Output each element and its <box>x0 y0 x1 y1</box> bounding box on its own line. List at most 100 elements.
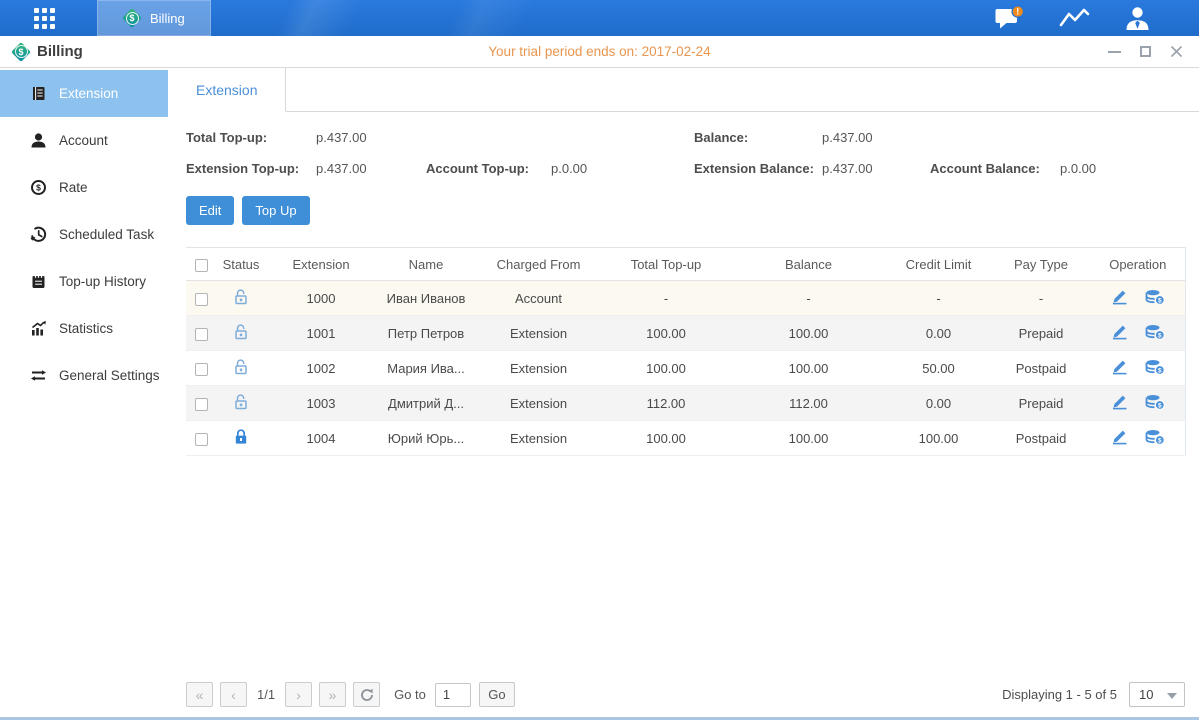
cell-balance: 112.00 <box>731 386 886 421</box>
scheduled-task-clock-icon <box>30 226 47 243</box>
first-page-button[interactable]: « <box>186 682 213 707</box>
cell-pay-type: Postpaid <box>991 351 1091 386</box>
sidebar-item-topup-history[interactable]: Top-up History <box>0 258 168 305</box>
sidebar-item-general-settings[interactable]: General Settings <box>0 352 168 399</box>
col-extension: Extension <box>266 248 376 281</box>
topbar-billing-tab[interactable]: $ Billing <box>97 0 211 36</box>
balance-summary: Total Top-up: p.437.00 Extension Top-up:… <box>186 112 1185 190</box>
row-checkbox[interactable] <box>195 328 208 341</box>
cell-total-topup: 100.00 <box>601 316 731 351</box>
cell-name: Дмитрий Д... <box>376 386 476 421</box>
general-settings-sliders-icon <box>30 367 47 384</box>
extension-balance-value: p.437.00 <box>822 159 930 178</box>
edit-button[interactable]: Edit <box>186 196 234 225</box>
pagination-bar: « ‹ 1/1 › » Go to Go Display <box>186 674 1185 717</box>
col-balance: Balance <box>731 248 886 281</box>
page-indicator: 1/1 <box>257 687 275 702</box>
chevron-down-icon <box>1167 693 1177 699</box>
account-person-icon <box>30 132 47 149</box>
row-checkbox[interactable] <box>195 363 208 376</box>
sidebar-item-extension[interactable]: Extension <box>0 70 168 117</box>
row-checkbox[interactable] <box>195 293 208 306</box>
svg-text:$: $ <box>36 183 41 193</box>
top-up-icon[interactable]: $ <box>1145 359 1165 375</box>
sidebar-item-label: General Settings <box>59 368 160 383</box>
goto-page-input[interactable] <box>435 683 471 707</box>
cell-extension: 1003 <box>266 386 376 421</box>
app-grid-icon[interactable] <box>34 8 55 29</box>
prev-page-button[interactable]: ‹ <box>220 682 247 707</box>
edit-icon[interactable] <box>1110 289 1129 305</box>
top-up-icon[interactable]: $ <box>1145 324 1165 340</box>
sidebar-item-scheduled-task[interactable]: Scheduled Task <box>0 211 168 258</box>
topup-history-notepad-icon <box>30 273 47 290</box>
topbar-actions: ! <box>994 5 1151 32</box>
notification-badge: ! <box>1016 6 1019 16</box>
row-checkbox[interactable] <box>195 433 208 446</box>
cell-total-topup: 112.00 <box>601 386 731 421</box>
tabstrip: Extension <box>168 68 1199 112</box>
page-size-select[interactable]: 10 <box>1129 682 1185 707</box>
notifications-chat-icon[interactable]: ! <box>994 5 1025 32</box>
sidebar: Extension Account $ Rate <box>0 68 168 717</box>
edit-icon[interactable] <box>1110 359 1129 375</box>
sidebar-item-label: Statistics <box>59 321 113 336</box>
edit-icon[interactable] <box>1110 394 1129 410</box>
top-up-icon[interactable]: $ <box>1145 394 1165 410</box>
extension-book-icon <box>30 85 47 102</box>
close-button[interactable] <box>1169 45 1183 59</box>
edit-icon[interactable] <box>1110 324 1129 340</box>
cell-pay-type: Prepaid <box>991 386 1091 421</box>
last-page-button[interactable]: » <box>319 682 346 707</box>
content-body: Total Top-up: p.437.00 Extension Top-up:… <box>168 112 1199 717</box>
tab-extension[interactable]: Extension <box>168 68 286 112</box>
row-checkbox[interactable] <box>195 398 208 411</box>
cell-credit-limit: 50.00 <box>886 351 991 386</box>
cell-credit-limit: 0.00 <box>886 316 991 351</box>
topbar: $ Billing ! <box>0 0 1199 36</box>
status-unlocked-icon <box>233 358 249 375</box>
billing-title-icon: $ <box>12 43 30 61</box>
cell-extension: 1001 <box>266 316 376 351</box>
user-account-icon[interactable] <box>1124 5 1151 32</box>
table-row: 1001 Петр Петров Extension 100.00 100.00… <box>186 316 1185 351</box>
status-unlocked-icon <box>233 288 249 305</box>
cell-balance: 100.00 <box>731 421 886 456</box>
table-row: 1000 Иван Иванов Account - - - - $ <box>186 281 1185 316</box>
go-button[interactable]: Go <box>479 682 515 707</box>
top-up-icon[interactable]: $ <box>1145 429 1165 445</box>
sidebar-item-rate[interactable]: $ Rate <box>0 164 168 211</box>
billing-window: $ Billing ! <box>0 0 1199 720</box>
window-controls <box>1107 45 1183 59</box>
cell-pay-type: - <box>991 281 1091 316</box>
maximize-button[interactable] <box>1138 45 1152 59</box>
edit-icon[interactable] <box>1110 429 1129 445</box>
refresh-button[interactable] <box>353 682 380 707</box>
svg-text:$: $ <box>1158 367 1162 374</box>
extension-topup-label: Extension Top-up: <box>186 159 316 178</box>
col-charged-from: Charged From <box>476 248 601 281</box>
cell-total-topup: 100.00 <box>601 351 731 386</box>
content: Extension Total Top-up: p.437.00 Extensi… <box>168 68 1199 717</box>
top-up-icon[interactable]: $ <box>1145 289 1165 305</box>
monitor-chart-icon[interactable] <box>1059 6 1090 30</box>
cell-extension: 1002 <box>266 351 376 386</box>
minimize-button[interactable] <box>1107 45 1121 59</box>
select-all-checkbox[interactable] <box>195 259 208 272</box>
cell-name: Иван Иванов <box>376 281 476 316</box>
next-page-button[interactable]: › <box>285 682 312 707</box>
sidebar-item-statistics[interactable]: Statistics <box>0 305 168 352</box>
cell-charged-from: Account <box>476 281 601 316</box>
cell-balance: - <box>731 281 886 316</box>
sidebar-item-account[interactable]: Account <box>0 117 168 164</box>
status-unlocked-icon <box>233 323 249 340</box>
cell-name: Петр Петров <box>376 316 476 351</box>
top-up-button[interactable]: Top Up <box>242 196 309 225</box>
col-credit-limit: Credit Limit <box>886 248 991 281</box>
window-titlebar: $ Billing Your trial period ends on: 201… <box>0 36 1199 68</box>
window-title: $ Billing <box>12 43 83 61</box>
sidebar-item-label: Account <box>59 133 108 148</box>
sidebar-item-label: Top-up History <box>59 274 146 289</box>
cell-credit-limit: 100.00 <box>886 421 991 456</box>
cell-balance: 100.00 <box>731 351 886 386</box>
